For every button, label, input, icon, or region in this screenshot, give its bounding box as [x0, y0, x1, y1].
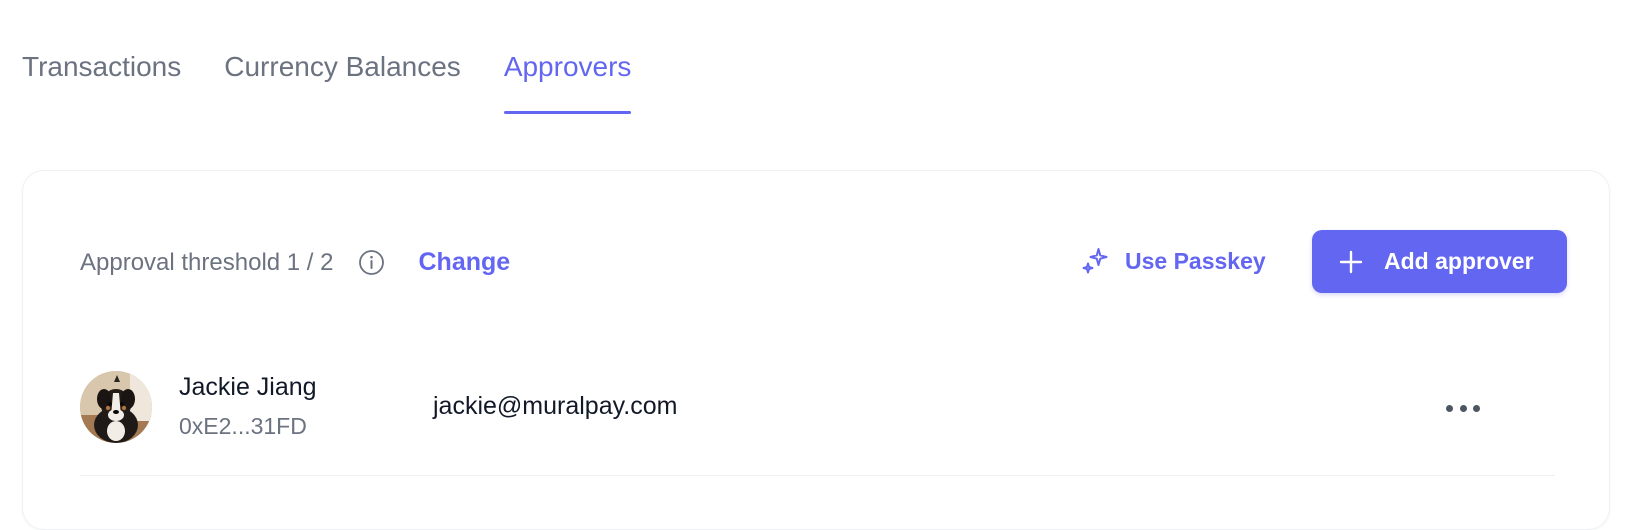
tab-approvers[interactable]: Approvers: [503, 44, 631, 114]
approver-email: jackie@muralpay.com: [433, 392, 678, 420]
approver-tabs: Transactions Currency Balances Approvers: [22, 44, 631, 114]
menu-dot: [1459, 404, 1467, 412]
tab-transactions[interactable]: Transactions: [22, 44, 181, 114]
add-approver-button[interactable]: Add approver: [1312, 230, 1567, 293]
menu-dot: [1446, 404, 1453, 412]
approvers-card: Approval threshold 1 / 2 Change Use Pass…: [22, 170, 1610, 530]
approval-threshold-label: Approval threshold 1 / 2: [80, 248, 334, 276]
info-circle-icon[interactable]: [358, 249, 385, 276]
approver-row: Jackie Jiang 0xE2...31FD jackie@muralpay…: [80, 371, 1555, 476]
more-horizontal-icon[interactable]: [1444, 391, 1482, 425]
use-passkey-label: Use Passkey: [1125, 247, 1266, 274]
menu-dot: [1473, 404, 1480, 412]
tab-currency-balances[interactable]: Currency Balances: [224, 44, 461, 114]
approvers-toolbar: Approval threshold 1 / 2 Change Use Pass…: [80, 230, 1567, 293]
plus-icon: [1338, 249, 1364, 275]
use-passkey-button[interactable]: Use Passkey: [1081, 246, 1266, 276]
sparkles-icon: [1081, 246, 1111, 276]
avatar: [80, 371, 152, 443]
add-approver-label: Add approver: [1384, 248, 1534, 274]
approver-wallet-address: 0xE2...31FD: [179, 413, 307, 439]
approver-name: Jackie Jiang: [179, 373, 317, 401]
approval-threshold: Approval threshold 1 / 2 Change: [80, 248, 510, 277]
change-threshold-link[interactable]: Change: [419, 248, 511, 277]
